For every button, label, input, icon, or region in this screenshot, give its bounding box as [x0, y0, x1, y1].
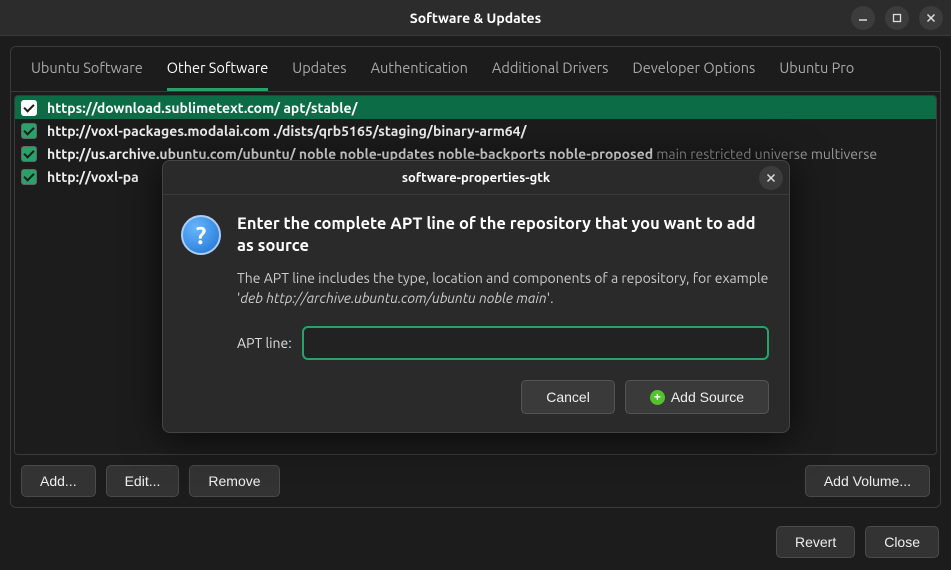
question-icon: ?: [181, 215, 221, 255]
dialog-text: Enter the complete APT line of the repos…: [237, 213, 769, 360]
apt-line-dialog: software-properties-gtk ? Enter the comp…: [162, 160, 790, 433]
remove-button[interactable]: Remove: [189, 465, 279, 497]
dialog-body: ? Enter the complete APT line of the rep…: [163, 195, 789, 364]
edit-button[interactable]: Edit...: [106, 465, 180, 497]
tab-developer-options[interactable]: Developer Options: [632, 59, 755, 91]
dialog-buttons: Cancel + Add Source: [163, 364, 789, 432]
tab-authentication[interactable]: Authentication: [371, 59, 468, 91]
footer: Revert Close: [0, 518, 951, 570]
dialog-titlebar: software-properties-gtk: [163, 161, 789, 195]
apt-line-row: APT line:: [237, 326, 769, 360]
close-button[interactable]: [919, 6, 943, 30]
dialog-close-button[interactable]: [759, 166, 783, 190]
tab-additional-drivers[interactable]: Additional Drivers: [492, 59, 609, 91]
add-button[interactable]: Add...: [21, 465, 96, 497]
apt-line-input[interactable]: [302, 326, 769, 360]
tab-updates[interactable]: Updates: [292, 59, 346, 91]
maximize-button[interactable]: [885, 6, 909, 30]
checkbox-icon[interactable]: [21, 123, 37, 139]
dialog-add-source-button[interactable]: + Add Source: [625, 380, 769, 414]
source-url: https://download.sublimetext.com/ apt/st…: [47, 100, 358, 116]
window-buttons: [851, 6, 943, 30]
source-row[interactable]: http://voxl-packages.modalai.com ./dists…: [15, 119, 936, 142]
add-volume-button[interactable]: Add Volume...: [805, 465, 930, 497]
checkbox-icon[interactable]: [21, 146, 37, 162]
close-button-footer[interactable]: Close: [865, 526, 939, 558]
source-url: http://voxl-packages.modalai.com ./dists…: [47, 123, 526, 139]
add-source-label: Add Source: [671, 389, 744, 405]
software-updates-window: Software & Updates Ubuntu Software Other…: [0, 0, 951, 570]
revert-button[interactable]: Revert: [776, 526, 855, 558]
apt-line-label: APT line:: [237, 335, 292, 351]
window-title: Software & Updates: [0, 10, 951, 26]
source-action-row: Add... Edit... Remove Add Volume...: [11, 455, 940, 507]
source-url: http://voxl-pa: [47, 169, 139, 185]
dialog-cancel-button[interactable]: Cancel: [521, 380, 615, 414]
titlebar: Software & Updates: [0, 0, 951, 36]
dialog-heading: Enter the complete APT line of the repos…: [237, 213, 769, 258]
dialog-title: software-properties-gtk: [163, 171, 789, 185]
add-icon: +: [650, 390, 665, 405]
dialog-description: The APT line includes the type, location…: [237, 268, 769, 309]
tabs: Ubuntu Software Other Software Updates A…: [11, 47, 940, 92]
tab-ubuntu-software[interactable]: Ubuntu Software: [31, 59, 143, 91]
tab-ubuntu-pro[interactable]: Ubuntu Pro: [779, 59, 854, 91]
minimize-button[interactable]: [851, 6, 875, 30]
tab-other-software[interactable]: Other Software: [167, 59, 269, 91]
source-row[interactable]: https://download.sublimetext.com/ apt/st…: [15, 96, 936, 119]
checkbox-icon[interactable]: [21, 169, 37, 185]
checkbox-icon[interactable]: [21, 100, 37, 116]
